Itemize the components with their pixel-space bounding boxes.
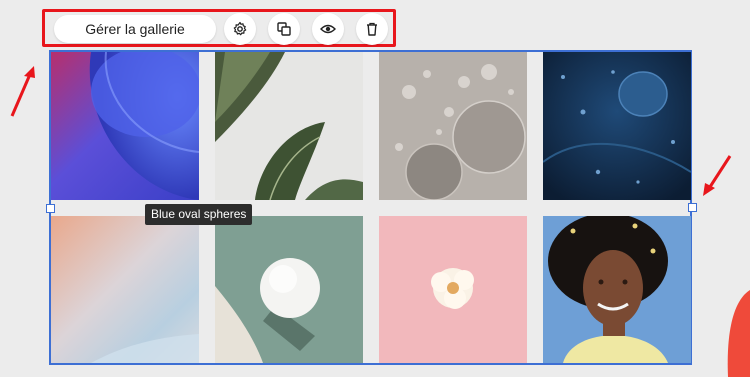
gallery-image-green-leaves[interactable]	[215, 52, 363, 200]
gallery-image-gray-bubbles[interactable]	[379, 52, 527, 200]
settings-icon[interactable]	[224, 13, 256, 45]
annotation-arrow-left	[10, 66, 35, 117]
gallery-image-flower-pink[interactable]	[379, 216, 527, 363]
gallery-image-smiling-woman[interactable]	[543, 216, 691, 363]
resize-handle-left[interactable]	[46, 204, 55, 213]
annotation-arrow-right	[703, 155, 732, 196]
duplicate-icon[interactable]	[268, 13, 300, 45]
image-tooltip: Blue oval spheres	[145, 204, 253, 225]
gallery-image-pastel-gradient[interactable]	[51, 216, 199, 363]
preview-icon[interactable]	[312, 13, 344, 45]
gallery-image-blue-abstract[interactable]	[51, 52, 199, 200]
resize-handle-right[interactable]	[688, 203, 697, 212]
gallery-image-blue-oval-spheres[interactable]	[543, 52, 691, 200]
gallery-image-white-sphere[interactable]	[215, 216, 363, 363]
manage-gallery-button[interactable]: Gérer la gallerie	[54, 15, 216, 43]
delete-icon[interactable]	[356, 13, 388, 45]
decorative-red-shape	[727, 290, 750, 377]
gallery-toolbar: Gérer la gallerie	[42, 9, 396, 47]
